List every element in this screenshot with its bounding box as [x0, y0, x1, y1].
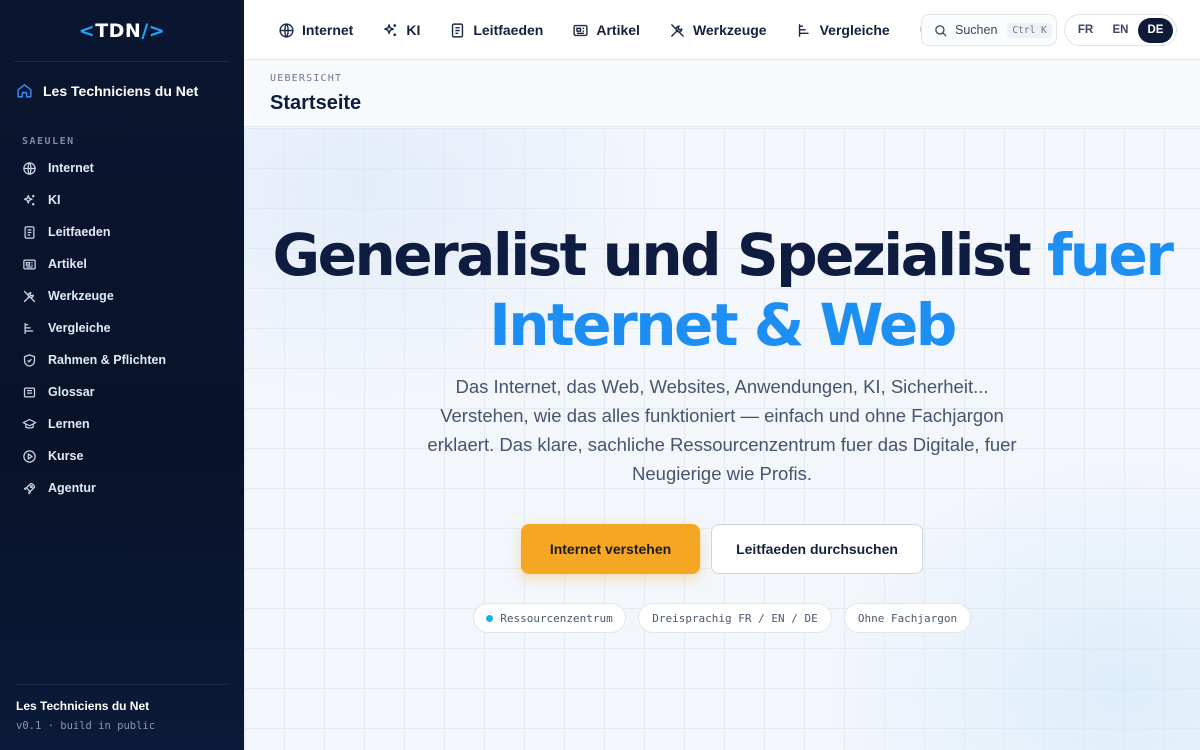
top-nav-label: Werkzeuge [692, 22, 767, 38]
lang-fr-button[interactable]: FR [1068, 18, 1103, 43]
top-nav-label: Internet [302, 22, 354, 38]
top-nav-ki[interactable]: KI [382, 22, 420, 39]
page-header: UEBERSICHT Startseite [244, 61, 1200, 127]
hero-section: Generalist und Spezialist fuer Internet … [244, 128, 1200, 750]
sidebar-item-label: KI [48, 193, 61, 207]
breadcrumb: UEBERSICHT [270, 73, 343, 84]
chip-dreisprachig: Dreisprachig FR / EN / DE [638, 603, 832, 633]
sidebar-item-agentur[interactable]: Agentur [22, 472, 232, 504]
sidebar-item-label: Agentur [48, 481, 96, 495]
page-title: Startseite [270, 92, 362, 114]
headline-accent: fuer [1046, 221, 1174, 289]
sidebar-item-lernen[interactable]: Lernen [22, 408, 232, 440]
shield-icon [23, 353, 36, 367]
chip-label: Dreisprachig FR / EN / DE [652, 611, 818, 625]
footer-version: v0.1 · build in public [16, 720, 156, 732]
leitfaeden-durchsuchen-button[interactable]: Leitfaeden durchsuchen [711, 524, 923, 574]
lang-en-button[interactable]: EN [1103, 18, 1138, 43]
play-circle-icon [23, 449, 36, 463]
sidebar-item-rahmen-pflichten[interactable]: Rahmen & Pflichten [22, 344, 232, 376]
lang-de-button[interactable]: DE [1138, 17, 1173, 43]
sidebar-item-glossar[interactable]: Glossar [22, 376, 232, 408]
status-dot-icon [486, 614, 494, 622]
site-logo[interactable]: <TDN/> [14, 0, 230, 62]
sidebar-item-label: Leitfaeden [48, 225, 111, 239]
tools-icon [671, 23, 684, 37]
home-icon [17, 84, 32, 98]
top-nav-vergleiche[interactable]: Vergleiche [796, 22, 890, 39]
search-button[interactable]: Suchen Ctrl K [921, 14, 1057, 46]
sidebar-item-internet[interactable]: Internet [22, 152, 232, 184]
top-nav-internet[interactable]: Internet [278, 22, 353, 39]
sidebar-item-label: Internet [48, 161, 94, 175]
globe-icon [279, 22, 294, 38]
top-nav-label: KI [406, 22, 421, 38]
home-link[interactable]: Les Techniciens du Net [16, 82, 198, 99]
sidebar-item-label: Werkzeuge [48, 289, 114, 303]
book-icon [23, 387, 36, 397]
top-nav-label: Vergleiche [819, 22, 890, 38]
sidebar-item-label: Artikel [48, 257, 87, 271]
sidebar-item-label: Glossar [48, 385, 95, 399]
headline-line2: Internet & Web [489, 291, 957, 359]
top-bar: Internet KI Leitfaeden Artikel Werkzeuge… [244, 0, 1200, 60]
chip-label: Ressourcenzentrum [500, 611, 613, 625]
rocket-icon [23, 482, 36, 494]
internet-verstehen-button[interactable]: Internet verstehen [521, 524, 700, 574]
top-nav: Internet KI Leitfaeden Artikel Werkzeuge… [278, 0, 931, 60]
graduation-cap-icon [22, 418, 37, 429]
bars-icon [24, 322, 34, 334]
language-switcher: FR EN DE [1064, 14, 1177, 46]
sidebar-item-label: Lernen [48, 417, 90, 431]
sidebar-item-vergleiche[interactable]: Vergleiche [22, 312, 232, 344]
sidebar-nav: Internet KI Leitfaeden Artikel Werkzeuge… [22, 152, 232, 504]
globe-icon [23, 161, 36, 175]
sidebar-footer: Les Techniciens du Net v0.1 · build in p… [16, 684, 228, 732]
top-nav-label: Artikel [596, 22, 640, 38]
sidebar-item-ki[interactable]: KI [22, 184, 232, 216]
top-nav-werkzeuge[interactable]: Werkzeuge [669, 22, 767, 39]
section-label: SAEULEN [22, 136, 75, 147]
newspaper-icon [573, 24, 588, 36]
site-name: Les Techniciens du Net [43, 82, 199, 99]
headline-main: Generalist und Spezialist [272, 221, 1047, 289]
sidebar-item-leitfaeden[interactable]: Leitfaeden [22, 216, 232, 248]
search-shortcut: Ctrl K [1007, 22, 1052, 38]
chip-label: Ohne Fachjargon [857, 611, 958, 625]
sidebar-item-werkzeuge[interactable]: Werkzeuge [22, 280, 232, 312]
footer-title: Les Techniciens du Net [16, 699, 150, 713]
logo-name: TDN [95, 19, 142, 42]
newspaper-icon [23, 259, 36, 269]
logo-bracket-open: < [78, 19, 96, 42]
sparkles-icon [384, 23, 397, 36]
document-icon [452, 22, 464, 38]
hero-lead: Das Internet, das Web, Websites, Anwendu… [427, 376, 1017, 484]
top-nav-leitfaeden[interactable]: Leitfaeden [449, 22, 543, 39]
hero-headline: Generalist und Spezialist fuer Internet … [244, 220, 1200, 360]
top-nav-label: Leitfaeden [473, 22, 544, 38]
sidebar-item-kurse[interactable]: Kurse [22, 440, 232, 472]
sidebar: <TDN/> Les Techniciens du Net SAEULEN In… [0, 0, 244, 750]
search-icon [935, 24, 947, 36]
top-nav-artikel[interactable]: Artikel [572, 22, 640, 39]
sparkles-icon [23, 194, 35, 205]
chip-ressourcenzentrum: Ressourcenzentrum [473, 603, 626, 633]
sidebar-item-label: Vergleiche [48, 321, 111, 335]
logo-bracket-close: /> [141, 19, 166, 42]
bars-icon [798, 23, 809, 37]
sidebar-item-label: Kurse [48, 449, 84, 463]
chip-ohne-fachjargon: Ohne Fachjargon [844, 603, 971, 633]
search-label: Suchen [955, 23, 998, 37]
sidebar-item-label: Rahmen & Pflichten [48, 353, 167, 367]
sidebar-item-artikel[interactable]: Artikel [22, 248, 232, 280]
document-icon [24, 225, 35, 239]
tools-icon [23, 290, 36, 302]
